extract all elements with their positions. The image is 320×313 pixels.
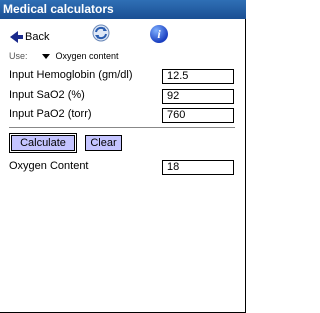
result-label: Oxygen Content — [9, 160, 89, 172]
sao2-input[interactable]: 92 — [162, 89, 234, 104]
info-icon[interactable]: i — [150, 25, 168, 43]
sao2-label: Input SaO2 (%) — [9, 89, 85, 101]
calculator-dropdown-value: Oxygen content — [55, 51, 119, 61]
toolbar: Back i — [0, 19, 245, 49]
use-selector-row: Use: Oxygen content — [9, 51, 119, 61]
oxygen-content-output: 18 — [162, 160, 234, 175]
back-button[interactable]: Back — [10, 30, 49, 44]
calculate-button[interactable]: Calculate — [9, 133, 77, 153]
pao2-input[interactable]: 760 — [162, 108, 234, 123]
dropdown-arrow-icon — [41, 53, 50, 59]
divider — [9, 127, 235, 128]
pao2-label: Input PaO2 (torr) — [9, 108, 92, 120]
clear-button[interactable]: Clear — [85, 135, 122, 151]
back-label: Back — [25, 31, 50, 43]
hemoglobin-label: Input Hemoglobin (gm/dl) — [9, 69, 133, 81]
title-bar: Medical calculators — [0, 0, 246, 19]
hemoglobin-input[interactable]: 12.5 — [162, 69, 234, 84]
calculator-dropdown[interactable]: Oxygen content — [41, 51, 119, 61]
back-arrow-stem — [17, 35, 23, 39]
refresh-icon[interactable] — [91, 23, 111, 43]
use-label: Use: — [9, 51, 28, 61]
